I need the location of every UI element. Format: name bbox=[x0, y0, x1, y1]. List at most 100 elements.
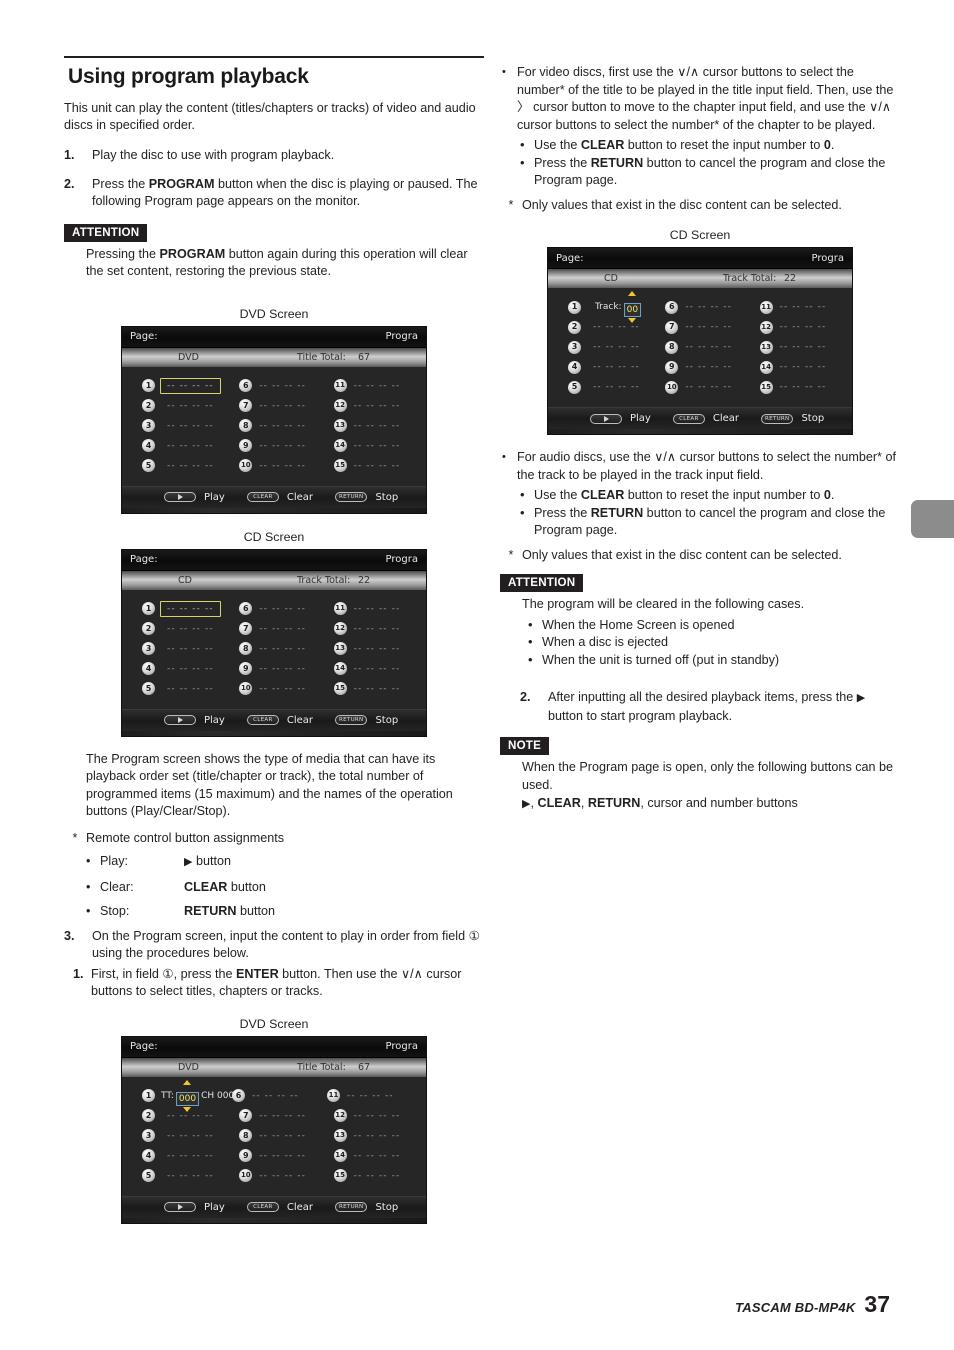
osd-slot-7[interactable]: 7 -- -- -- -- bbox=[239, 1109, 333, 1122]
osd-slot-8[interactable]: 8 -- -- -- -- bbox=[665, 340, 759, 354]
osd-slot-9[interactable]: 9 -- -- -- -- bbox=[239, 1149, 333, 1162]
osd-track-value-holder[interactable]: 00 bbox=[622, 291, 643, 323]
osd-stop-action[interactable]: RETURN Stop bbox=[335, 715, 398, 726]
osd-slot-badge: 8 bbox=[665, 340, 679, 354]
osd-slot-15[interactable]: 15 -- -- -- -- bbox=[333, 459, 426, 472]
osd-slot-3[interactable]: 3 -- -- -- -- bbox=[122, 419, 239, 432]
attention-right-item: When the unit is turned off (put in stan… bbox=[528, 651, 900, 670]
osd-slot-14[interactable]: 14 -- -- -- -- bbox=[333, 439, 426, 452]
osd-slot-7[interactable]: 7 -- -- -- -- bbox=[239, 622, 333, 635]
osd-slot-4[interactable]: 4 -- -- -- -- bbox=[122, 439, 239, 452]
osd-slot-2[interactable]: 2 -- -- -- -- bbox=[122, 622, 239, 635]
osd-total-value: 67 bbox=[358, 1061, 371, 1073]
osd-play-action[interactable]: Play bbox=[164, 1202, 225, 1213]
osd-slot-15[interactable]: 15 -- -- -- -- bbox=[759, 380, 852, 394]
osd-slot-5[interactable]: 5 -- -- -- -- bbox=[122, 1169, 239, 1182]
osd-slot-2[interactable]: 2 -- -- -- -- bbox=[548, 320, 665, 334]
sub-e: . bbox=[830, 138, 835, 152]
osd-slot-2[interactable]: 2 -- -- -- -- bbox=[122, 399, 239, 412]
osd-stop-action[interactable]: RETURN Stop bbox=[335, 1202, 398, 1213]
osd-slot-8[interactable]: 8 -- -- -- -- bbox=[239, 419, 333, 432]
arrow-up-icon[interactable] bbox=[628, 291, 637, 296]
osd-play-action[interactable]: Play bbox=[164, 492, 225, 503]
osd-slot-14[interactable]: 14 -- -- -- -- bbox=[759, 360, 852, 374]
arrow-down-icon[interactable] bbox=[183, 1106, 192, 1112]
osd-slot-6[interactable]: 6 -- -- -- -- bbox=[665, 300, 759, 314]
osd-slot-3[interactable]: 3 -- -- -- -- bbox=[122, 1129, 239, 1142]
osd-slot-11[interactable]: 11 -- -- -- -- bbox=[759, 300, 852, 314]
play-icon bbox=[164, 715, 196, 725]
osd-track-input[interactable]: Track: 00 bbox=[595, 291, 643, 323]
osd-slot-9[interactable]: 9 -- -- -- -- bbox=[239, 439, 333, 452]
osd-clear-action[interactable]: CLEAR Clear bbox=[672, 413, 739, 424]
osd-play-action[interactable]: Play bbox=[164, 715, 225, 726]
osd-title-value-holder[interactable]: 000 bbox=[174, 1079, 201, 1112]
osd-slot-5[interactable]: 5 -- -- -- -- bbox=[122, 459, 239, 472]
osd-slot-1[interactable]: 1 -- -- -- -- bbox=[122, 377, 239, 394]
star-note-1-text: Only values that exist in the disc conte… bbox=[522, 197, 842, 212]
osd-slot-13[interactable]: 13 -- -- -- -- bbox=[333, 1129, 426, 1142]
osd-slot-12[interactable]: 12 -- -- -- -- bbox=[759, 320, 852, 334]
osd-stop-action[interactable]: RETURN Stop bbox=[761, 413, 824, 424]
osd-track-value[interactable]: 00 bbox=[623, 303, 642, 317]
osd-slot-9[interactable]: 9 -- -- -- -- bbox=[665, 360, 759, 374]
osd-slot-12[interactable]: 12 -- -- -- -- bbox=[333, 622, 426, 635]
osd-slot-13[interactable]: 13 -- -- -- -- bbox=[333, 419, 426, 432]
osd-slot-15[interactable]: 15 -- -- -- -- bbox=[333, 682, 426, 695]
osd-bottom-strip bbox=[548, 429, 852, 434]
osd-slot-10[interactable]: 10 -- -- -- -- bbox=[239, 682, 333, 695]
osd-slot-13[interactable]: 13 -- -- -- -- bbox=[759, 340, 852, 354]
osd-slot-12[interactable]: 12 -- -- -- -- bbox=[333, 1109, 426, 1122]
osd-slot-badge: 6 bbox=[239, 602, 253, 615]
osd-clear-action[interactable]: CLEAR Clear bbox=[246, 715, 313, 726]
osd-slot-value: -- -- -- -- bbox=[259, 440, 306, 451]
osd-slot-11[interactable]: 11 -- -- -- -- bbox=[333, 602, 426, 615]
osd-stop-label: Stop bbox=[375, 491, 399, 503]
osd-slot-5[interactable]: 5 -- -- -- -- bbox=[122, 682, 239, 695]
osd-slot-1[interactable]: 1 Track: 00 bbox=[548, 291, 665, 323]
osd-slot-12[interactable]: 12 -- -- -- -- bbox=[333, 399, 426, 412]
sub-a: Use the bbox=[534, 138, 581, 152]
osd-slot-9[interactable]: 9 -- -- -- -- bbox=[239, 662, 333, 675]
osd-slot-3[interactable]: 3 -- -- -- -- bbox=[548, 340, 665, 354]
arrow-down-icon[interactable] bbox=[628, 318, 637, 323]
osd-slot-14[interactable]: 14 -- -- -- -- bbox=[333, 1149, 426, 1162]
osd-clear-action[interactable]: CLEAR Clear bbox=[246, 492, 313, 503]
osd-slot-10[interactable]: 10 -- -- -- -- bbox=[239, 459, 333, 472]
osd-slot-6[interactable]: 6 -- -- -- -- bbox=[239, 602, 333, 615]
osd-slot-8[interactable]: 8 -- -- -- -- bbox=[239, 642, 333, 655]
osd-slot-1[interactable]: 1 TT: 000 CH 000 bbox=[122, 1079, 240, 1112]
osd-slot-4[interactable]: 4 -- -- -- -- bbox=[122, 662, 239, 675]
osd-slot-3[interactable]: 3 -- -- -- -- bbox=[122, 642, 239, 655]
osd-slot-2[interactable]: 2 -- -- -- -- bbox=[122, 1109, 239, 1122]
asterisk-marker: * bbox=[508, 197, 514, 212]
osd-slot-5[interactable]: 5 -- -- -- -- bbox=[548, 380, 665, 394]
osd-slot-value: -- -- -- -- bbox=[353, 663, 401, 674]
osd-slot-6[interactable]: 6 -- -- -- -- bbox=[239, 379, 333, 392]
osd-slot-7[interactable]: 7 -- -- -- -- bbox=[665, 320, 759, 334]
osd-play-action[interactable]: Play bbox=[590, 413, 651, 424]
osd-slot-11[interactable]: 11 -- -- -- -- bbox=[327, 1089, 420, 1102]
osd-slot-13[interactable]: 13 -- -- -- -- bbox=[333, 642, 426, 655]
osd-slot-8[interactable]: 8 -- -- -- -- bbox=[239, 1129, 333, 1142]
osd-slot-4[interactable]: 4 -- -- -- -- bbox=[122, 1149, 239, 1162]
arrow-up-icon[interactable] bbox=[183, 1079, 192, 1085]
osd-slot-10[interactable]: 10 -- -- -- -- bbox=[239, 1169, 333, 1182]
asterisk-marker: * bbox=[72, 830, 78, 845]
osd-slot-15[interactable]: 15 -- -- -- -- bbox=[333, 1169, 426, 1182]
osd-slot-7[interactable]: 7 -- -- -- -- bbox=[239, 399, 333, 412]
osd-row: 4 -- -- -- -- 9 -- -- -- -- 14 -- -- -- -- bbox=[122, 436, 426, 456]
osd-slot-6[interactable]: 6 -- -- -- -- bbox=[232, 1089, 327, 1102]
osd-title-chapter-input[interactable]: TT: 000 CH 000 bbox=[161, 1079, 234, 1112]
osd-clear-action[interactable]: CLEAR Clear bbox=[246, 1202, 313, 1213]
osd-slot-11[interactable]: 11 -- -- -- -- bbox=[333, 379, 426, 392]
audio-disc-sub-list: Use the CLEAR button to reset the input … bbox=[520, 486, 900, 540]
osd-slot-1[interactable]: 1 -- -- -- -- bbox=[122, 600, 239, 617]
step-3: 3. On the Program screen, input the cont… bbox=[64, 928, 484, 963]
osd-slot-10[interactable]: 10 -- -- -- -- bbox=[665, 380, 759, 394]
osd-title-value[interactable]: 000 bbox=[175, 1091, 200, 1106]
osd-slot-4[interactable]: 4 -- -- -- -- bbox=[548, 360, 665, 374]
osd-slot-value: -- -- -- -- bbox=[167, 1130, 214, 1141]
osd-slot-14[interactable]: 14 -- -- -- -- bbox=[333, 662, 426, 675]
osd-stop-action[interactable]: RETURN Stop bbox=[335, 492, 398, 503]
